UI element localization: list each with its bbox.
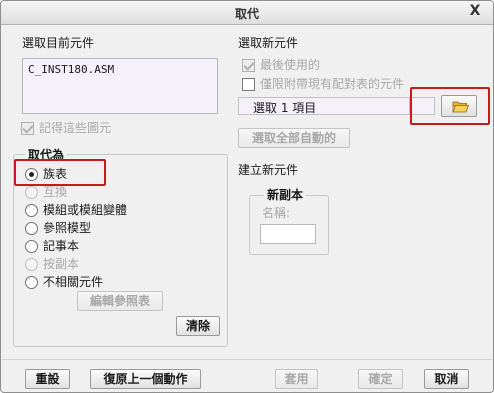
dialog-title: 取代 [234,7,259,21]
with-table-only-label: 僅限附帶現有配對表的元件 [260,77,405,91]
radio-notebook[interactable] [25,240,38,253]
apply-button: 套用 [275,369,318,389]
highlight-folder-button [410,87,490,125]
radio-unrelated-component[interactable] [25,276,38,289]
select-all-auto-button: 選取全部自動的 [238,128,350,148]
current-component-title: 選取目前元件 [22,36,95,50]
selection-field[interactable]: 選取 1 項目 [238,97,410,115]
list-item[interactable]: C_INST180.ASM [28,63,114,76]
remember-label: 記得這些圖元 [39,121,112,135]
name-field[interactable] [260,224,316,244]
replace-dialog: 取代 X 選取目前元件 C_INST180.ASM 記得這些圖元 取代為 族表 … [0,0,494,393]
option-module-variant-label: 模組或模組變體 [43,203,128,217]
radio-by-copy [25,258,38,271]
option-reference-model-label: 參照模型 [43,221,92,235]
create-new-component-title: 建立新元件 [238,163,299,177]
reset-button[interactable]: 重設 [25,369,70,389]
highlight-family-table [14,159,106,186]
option-by-copy-label: 按副本 [43,257,80,271]
selection-field-text: 選取 1 項目 [253,101,317,115]
radio-module-variant[interactable] [25,204,38,217]
radio-interchange [25,186,38,199]
current-component-list[interactable]: C_INST180.ASM [22,58,218,114]
last-used-label: 最後使用的 [260,58,321,72]
new-copy-title: 新副本 [264,188,307,202]
radio-reference-model[interactable] [25,222,38,235]
undo-last-action-button[interactable]: 復原上一個動作 [90,369,201,389]
option-unrelated-component-label: 不相關元件 [43,275,104,289]
footer-divider [2,359,492,360]
clear-button[interactable]: 清除 [176,316,220,336]
title-bar: 取代 X [1,1,493,25]
edit-reference-table-button: 編輯參照表 [77,291,163,311]
close-icon[interactable]: X [467,3,483,21]
option-interchange-label: 互換 [43,185,68,199]
new-component-title: 選取新元件 [238,36,299,50]
with-table-only-checkbox[interactable] [242,78,255,91]
cancel-button[interactable]: 取消 [424,369,469,389]
name-label: 名稱: [262,206,291,220]
option-notebook-label: 記事本 [43,239,80,253]
ok-button: 確定 [358,369,403,389]
remember-checkbox [21,122,34,135]
last-used-checkbox [242,59,255,72]
